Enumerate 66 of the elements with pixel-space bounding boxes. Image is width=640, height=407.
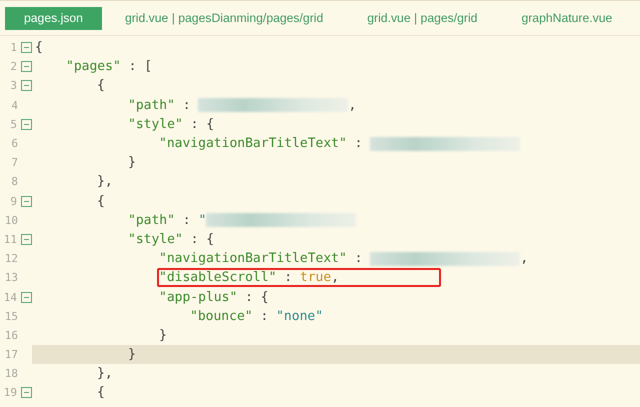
code-token: : {	[190, 232, 214, 247]
code-token: :	[283, 270, 294, 286]
fold-minus-icon[interactable]	[21, 292, 32, 303]
file-tab[interactable]: grid.vue | pages/grid	[367, 6, 478, 30]
code-token: :	[182, 98, 192, 113]
line-number: 3	[9, 79, 17, 92]
code-token: :	[354, 136, 364, 152]
file-tab[interactable]: grid.vue | pagesDianming/pages/grid	[124, 6, 324, 30]
code-token: "navigationBarTitleText"	[159, 136, 347, 152]
line-number: 14	[2, 290, 17, 304]
line-number: 17	[4, 348, 18, 362]
code-token: "disableScroll"	[159, 270, 276, 286]
code-token: "navigationBarTitleText"	[159, 251, 347, 266]
code-token: ,	[520, 251, 528, 266]
code-token: }	[128, 155, 136, 170]
code-token: "app-plus"	[159, 290, 238, 305]
line-number: 1	[9, 41, 17, 54]
code-token: }	[159, 328, 167, 343]
code-token: {	[35, 40, 43, 56]
code-token: "	[198, 212, 206, 228]
line-number: 11	[2, 232, 17, 246]
line-number: 7	[10, 156, 18, 170]
code-token: },	[97, 366, 113, 382]
file-tab[interactable]: pages.json	[5, 6, 102, 30]
code-token: : {	[190, 116, 214, 132]
line-number: 9	[9, 194, 17, 208]
line-number: 4	[10, 98, 18, 112]
code-token: "pages"	[66, 59, 121, 74]
line-number: 15	[4, 310, 18, 323]
fold-minus-icon[interactable]	[21, 234, 32, 245]
code-token: : {	[244, 290, 269, 305]
code-token: "style"	[128, 232, 183, 247]
line-number: 13	[4, 271, 18, 284]
code-token: "style"	[128, 116, 183, 132]
code-token: :	[182, 212, 192, 228]
line-number: 19	[2, 386, 17, 400]
fold-minus-icon[interactable]	[21, 387, 32, 398]
line-number: 6	[10, 137, 18, 150]
code-token: :	[354, 251, 364, 266]
file-tab[interactable]: graphNature.vue	[521, 6, 612, 30]
code-token: }	[128, 347, 136, 362]
code-token: "none"	[276, 308, 324, 324]
code-token: :	[259, 308, 270, 324]
code-token: },	[97, 174, 113, 190]
code-token: "path"	[128, 212, 175, 228]
line-number: 16	[4, 328, 18, 342]
code-token: ,	[331, 270, 340, 286]
line-number: 12	[4, 252, 18, 266]
fold-minus-icon[interactable]	[21, 80, 32, 92]
code-token: {	[97, 194, 105, 209]
code-token: true	[300, 270, 332, 286]
fold-minus-icon[interactable]	[21, 196, 32, 207]
line-number: 18	[4, 367, 18, 380]
code-token: "path"	[128, 98, 175, 113]
code-token: ,	[348, 98, 356, 113]
fold-minus-icon[interactable]	[21, 61, 32, 72]
line-number: 10	[4, 214, 18, 227]
line-number: 8	[10, 175, 18, 188]
code-token: "bounce"	[190, 308, 253, 324]
fold-minus-icon[interactable]	[21, 42, 32, 54]
code-token: : [	[128, 59, 152, 74]
code-token: {	[97, 385, 105, 400]
code-token: {	[97, 78, 105, 94]
fold-minus-icon[interactable]	[21, 118, 32, 130]
line-number: 5	[9, 118, 17, 131]
line-number: 2	[9, 60, 17, 74]
